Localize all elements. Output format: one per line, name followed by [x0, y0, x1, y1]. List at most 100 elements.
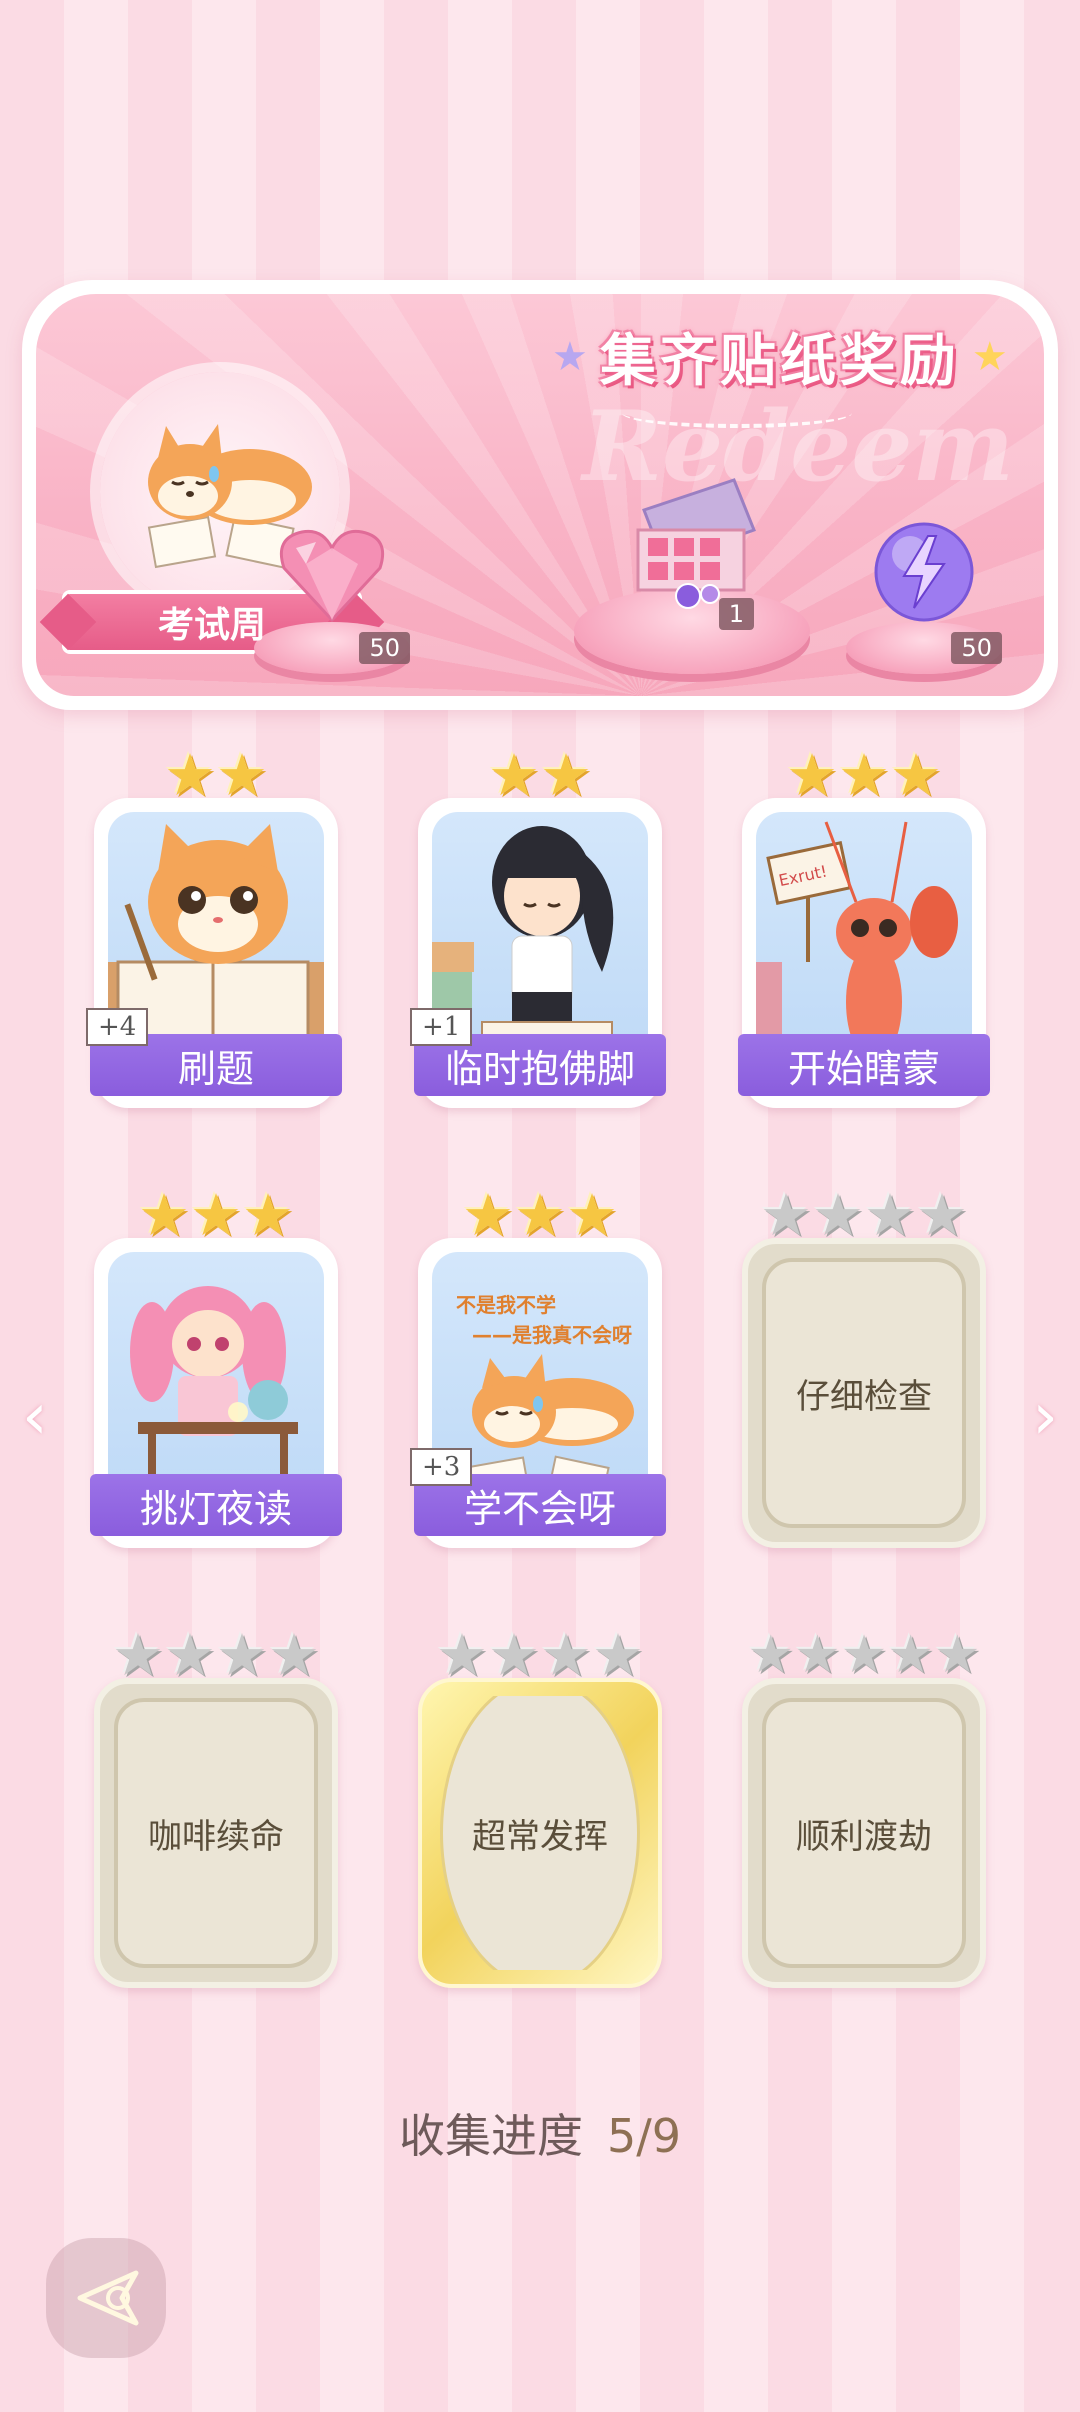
reward-count: 1 [718, 598, 754, 630]
card-name: 超常发挥 [472, 1816, 608, 1857]
card-name: 咖啡续命 [148, 1816, 284, 1857]
star-icon: ★ [112, 1621, 164, 1689]
star-icon: ★ [216, 741, 268, 809]
star-icon: ★ [794, 1625, 841, 1685]
card-name: 仔细检查 [796, 1376, 932, 1417]
star-icon: ★ [786, 741, 838, 809]
back-arrow-icon [77, 2270, 139, 2326]
star-icon: ★ [436, 1621, 488, 1689]
reward-gift-box[interactable]: 1 [574, 464, 810, 674]
card-placeholder: 顺利渡劫 [762, 1698, 966, 1968]
sticker-card[interactable]: ★ ★ ★ 不是我不学 ——是我真不会呀 学不会呀 +3 [408, 1186, 672, 1560]
card-name: 学不会呀 [463, 1486, 616, 1531]
star-icon: ★ [190, 1181, 242, 1249]
sticker-card-locked[interactable]: ★ ★ ★ ★ 仔细检查 [732, 1186, 996, 1560]
pink-heart-gem-icon [279, 529, 385, 623]
card-body: 挑灯夜读 [90, 1238, 342, 1548]
card-body: 咖啡续命 [94, 1678, 338, 1988]
star-icon: ★ [916, 1181, 968, 1249]
sticker-card-locked[interactable]: ★ ★ ★ ★ ★ 顺利渡劫 [732, 1626, 996, 2000]
card-placeholder: 超常发挥 [436, 1696, 644, 1970]
card-art-caption-2: ——是我真不会呀 [472, 1323, 632, 1347]
card-name: 刷题 [177, 1046, 254, 1091]
star-icon: ★ [812, 1181, 864, 1249]
collection-progress: 收集进度 5/9 [0, 2100, 1080, 2166]
star-icon: ★ [138, 1181, 190, 1249]
star-icon: ★ [242, 1181, 294, 1249]
sticker-grid: ★ ★ 刷题 +4 ★ ★ 临时抱佛脚 +1 ★ ★ ★ Exrut! 开始瞎蒙… [84, 746, 996, 2000]
card-placeholder: 咖啡续命 [114, 1698, 318, 1968]
reward-lightning-orb[interactable]: 50 [846, 514, 1002, 674]
banner-title-underline [622, 398, 852, 428]
card-stars: ★ ★ ★ ★ [408, 1626, 672, 1684]
sticker-card[interactable]: ★ ★ 临时抱佛脚 +1 [408, 746, 672, 1120]
card-stars: ★ ★ ★ [408, 1186, 672, 1244]
star-icon: ★ [540, 1621, 592, 1689]
card-duplicate-count: +1 [410, 1008, 473, 1046]
reward-count: 50 [951, 632, 1002, 664]
card-name: 开始瞎蒙 [787, 1046, 940, 1091]
star-icon: ★ [164, 1621, 216, 1689]
star-icon: ★ [268, 1621, 320, 1689]
card-body: Exrut! 开始瞎蒙 [738, 798, 990, 1108]
star-icon: ★ [887, 1625, 934, 1685]
yellow-star-icon: ★ [971, 333, 1008, 380]
card-name: 挑灯夜读 [139, 1486, 292, 1531]
star-icon: ★ [462, 1181, 514, 1249]
card-duplicate-count: +3 [410, 1448, 473, 1486]
card-stars: ★ ★ ★ ★ [84, 1626, 348, 1684]
card-body: 仔细检查 [742, 1238, 986, 1548]
gift-box-icon [636, 478, 756, 609]
star-icon: ★ [760, 1181, 812, 1249]
lightning-orb-icon [874, 522, 974, 622]
theme-label: 考试周 [157, 605, 266, 646]
banner-title: 集齐贴纸奖励 [599, 329, 960, 394]
card-name-bar: 开始瞎蒙 [738, 1034, 990, 1096]
sticker-card[interactable]: ★ ★ ★ Exrut! 开始瞎蒙 [732, 746, 996, 1120]
sticker-card[interactable]: ★ ★ ★ 挑灯夜读 [84, 1186, 348, 1560]
card-stars: ★ ★ ★ ★ [732, 1186, 996, 1244]
card-body: 超常发挥 [418, 1678, 662, 1988]
purple-star-icon: ★ [552, 333, 588, 380]
card-placeholder: 仔细检查 [762, 1258, 966, 1528]
star-icon: ★ [838, 741, 890, 809]
card-stars: ★ ★ ★ [84, 1186, 348, 1244]
card-name: 顺利渡劫 [796, 1816, 932, 1857]
progress-label: 收集进度 [398, 2109, 583, 2163]
card-stars: ★ ★ ★ ★ ★ [722, 1626, 1006, 1684]
card-art-caption-1: 不是我不学 [456, 1293, 556, 1317]
card-body: 刷题 +4 [86, 798, 342, 1108]
card-body: 临时抱佛脚 +1 [410, 798, 666, 1108]
sticker-card[interactable]: ★ ★ 刷题 +4 [84, 746, 348, 1120]
reward-banner: Redeem ★ 集齐贴纸奖励 ★ 考试周 50 1 50 [22, 280, 1058, 710]
star-icon: ★ [216, 1621, 268, 1689]
prev-page-arrow-icon[interactable]: ‹ [22, 1380, 48, 1454]
gold-oval: 超常发挥 [440, 1696, 640, 1970]
card-name: 临时抱佛脚 [444, 1046, 635, 1091]
card-name-bar: 挑灯夜读 [90, 1474, 342, 1536]
star-icon: ★ [864, 1181, 916, 1249]
card-stars: ★ ★ [408, 746, 672, 804]
star-icon: ★ [592, 1621, 644, 1689]
card-body: 不是我不学 ——是我真不会呀 学不会呀 +3 [410, 1238, 666, 1548]
card-stars: ★ ★ [84, 746, 348, 804]
star-icon: ★ [164, 741, 216, 809]
sticker-card-locked[interactable]: ★ ★ ★ ★ 咖啡续命 [84, 1626, 348, 2000]
back-button[interactable] [46, 2238, 166, 2358]
banner-title-wrap: ★ 集齐贴纸奖励 ★ [552, 316, 1008, 397]
star-icon: ★ [488, 1621, 540, 1689]
star-icon: ★ [514, 1181, 566, 1249]
sticker-card-locked-gold[interactable]: ★ ★ ★ ★ 超常发挥 [408, 1626, 672, 2000]
progress-value: 5/9 [606, 2109, 682, 2163]
star-icon: ★ [540, 741, 592, 809]
star-icon: ★ [840, 1625, 888, 1685]
star-icon: ★ [747, 1625, 795, 1685]
card-body: 顺利渡劫 [742, 1678, 986, 1988]
reward-heart-gem[interactable]: 50 [254, 514, 410, 674]
next-page-arrow-icon[interactable]: › [1032, 1380, 1058, 1454]
star-icon: ★ [566, 1181, 618, 1249]
card-duplicate-count: +4 [86, 1008, 149, 1046]
card-stars: ★ ★ ★ [732, 746, 996, 804]
star-icon: ★ [890, 741, 942, 809]
reward-count: 50 [359, 632, 410, 664]
